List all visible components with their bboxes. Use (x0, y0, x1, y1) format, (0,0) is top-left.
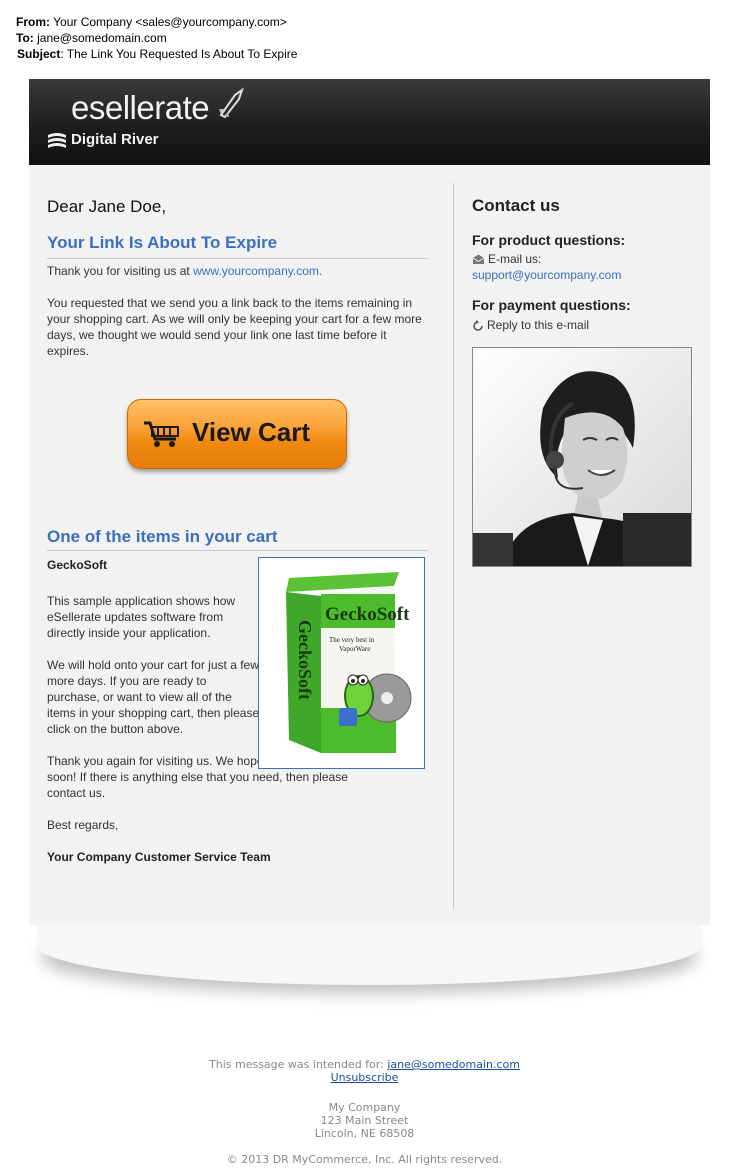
email-us-line: E-mail us: (472, 251, 541, 267)
rocket-icon (219, 87, 244, 119)
to-value: jane@somedomain.com (37, 31, 167, 45)
digital-river-mark-icon (48, 133, 66, 148)
column-divider (453, 183, 454, 909)
support-agent-photo (472, 347, 692, 567)
svg-text:The very best in: The very best in (329, 636, 375, 644)
unsubscribe-wrap: Unsubscribe (0, 1071, 729, 1084)
email-from-line: From: Your Company <sales@yourcompany.co… (16, 14, 287, 30)
footer-address: 123 Main Street (320, 1114, 409, 1127)
shopping-cart-icon (144, 421, 179, 447)
footer-copyright: © 2013 DR MyCommerce, Inc. All rights re… (226, 1153, 503, 1166)
email-to-line: To: jane@somedomain.com (16, 30, 167, 46)
greeting: Dear Jane Doe, (47, 197, 167, 216)
request-paragraph: You requested that we send you a link ba… (47, 296, 422, 358)
payment-questions-heading: For payment questions: (472, 297, 631, 313)
email-subject-line: Subject: The Link You Requested Is About… (17, 46, 297, 62)
reply-text: Reply to this e-mail (487, 318, 590, 332)
panel-shadow-curl (37, 925, 702, 985)
product-name: GeckoSoft (47, 558, 108, 572)
view-cart-label: View Cart (192, 417, 311, 447)
agent-portrait-icon (473, 348, 691, 566)
thanks-prefix: Thank you for visiting us at (47, 264, 194, 278)
product-questions-heading: For product questions: (472, 232, 626, 248)
box-title-text: GeckoSoft (325, 604, 410, 625)
esellerate-logo: esellerate (71, 89, 210, 126)
title-rule (47, 258, 428, 259)
svg-text:GeckoSoft: GeckoSoft (295, 620, 315, 700)
team-signature: Your Company Customer Service Team (47, 850, 271, 864)
from-label: From: (16, 15, 50, 29)
reply-icon (473, 319, 483, 331)
items-title: One of the items in your cart (47, 527, 278, 546)
brand-banner: esellerate Digital River (29, 79, 710, 165)
company-website-link[interactable]: www.yourcompany.com. (193, 264, 322, 278)
product-box-image[interactable]: GeckoSoft The very best in VaporWare Gec… (258, 557, 425, 769)
subject-value: : The Link You Requested Is About To Exp… (60, 47, 298, 61)
thanks-text: Thank you for visiting us at www.yourcom… (47, 263, 322, 279)
regards-text: Best regards, (47, 818, 119, 832)
support-email-wrap: support@yourcompany.com (472, 267, 621, 283)
footer-city: Lincoln, NE 68508 (314, 1127, 415, 1140)
svg-text:VaporWare: VaporWare (339, 645, 370, 653)
view-cart-button[interactable]: View Cart (127, 399, 347, 469)
geckosoft-box-icon: GeckoSoft The very best in VaporWare Gec… (259, 558, 424, 768)
items-rule (47, 550, 428, 551)
digital-river-text: Digital River (71, 131, 159, 148)
contact-title: Contact us (472, 196, 560, 215)
intended-prefix: This message was intended for: (209, 1058, 388, 1071)
support-email-link[interactable]: support@yourcompany.com (472, 268, 621, 282)
email-us-label: E-mail us: (488, 252, 542, 266)
intended-email-link[interactable]: jane@somedomain.com (387, 1058, 520, 1071)
hold-paragraph: We will hold onto your cart for just a f… (47, 658, 260, 736)
footer-company: My Company (328, 1101, 401, 1114)
from-value: Your Company <sales@yourcompany.com> (53, 15, 287, 29)
reply-line: Reply to this e-mail (472, 317, 589, 333)
subject-label: Subject (17, 47, 61, 61)
unsubscribe-link[interactable]: Unsubscribe (331, 1071, 399, 1084)
envelope-icon (472, 254, 485, 265)
expire-title: Your Link Is About To Expire (47, 233, 278, 252)
to-label: To: (16, 31, 34, 45)
intended-for-line: This message was intended for: jane@some… (0, 1058, 729, 1071)
product-description: This sample application shows how eSelle… (47, 594, 236, 640)
